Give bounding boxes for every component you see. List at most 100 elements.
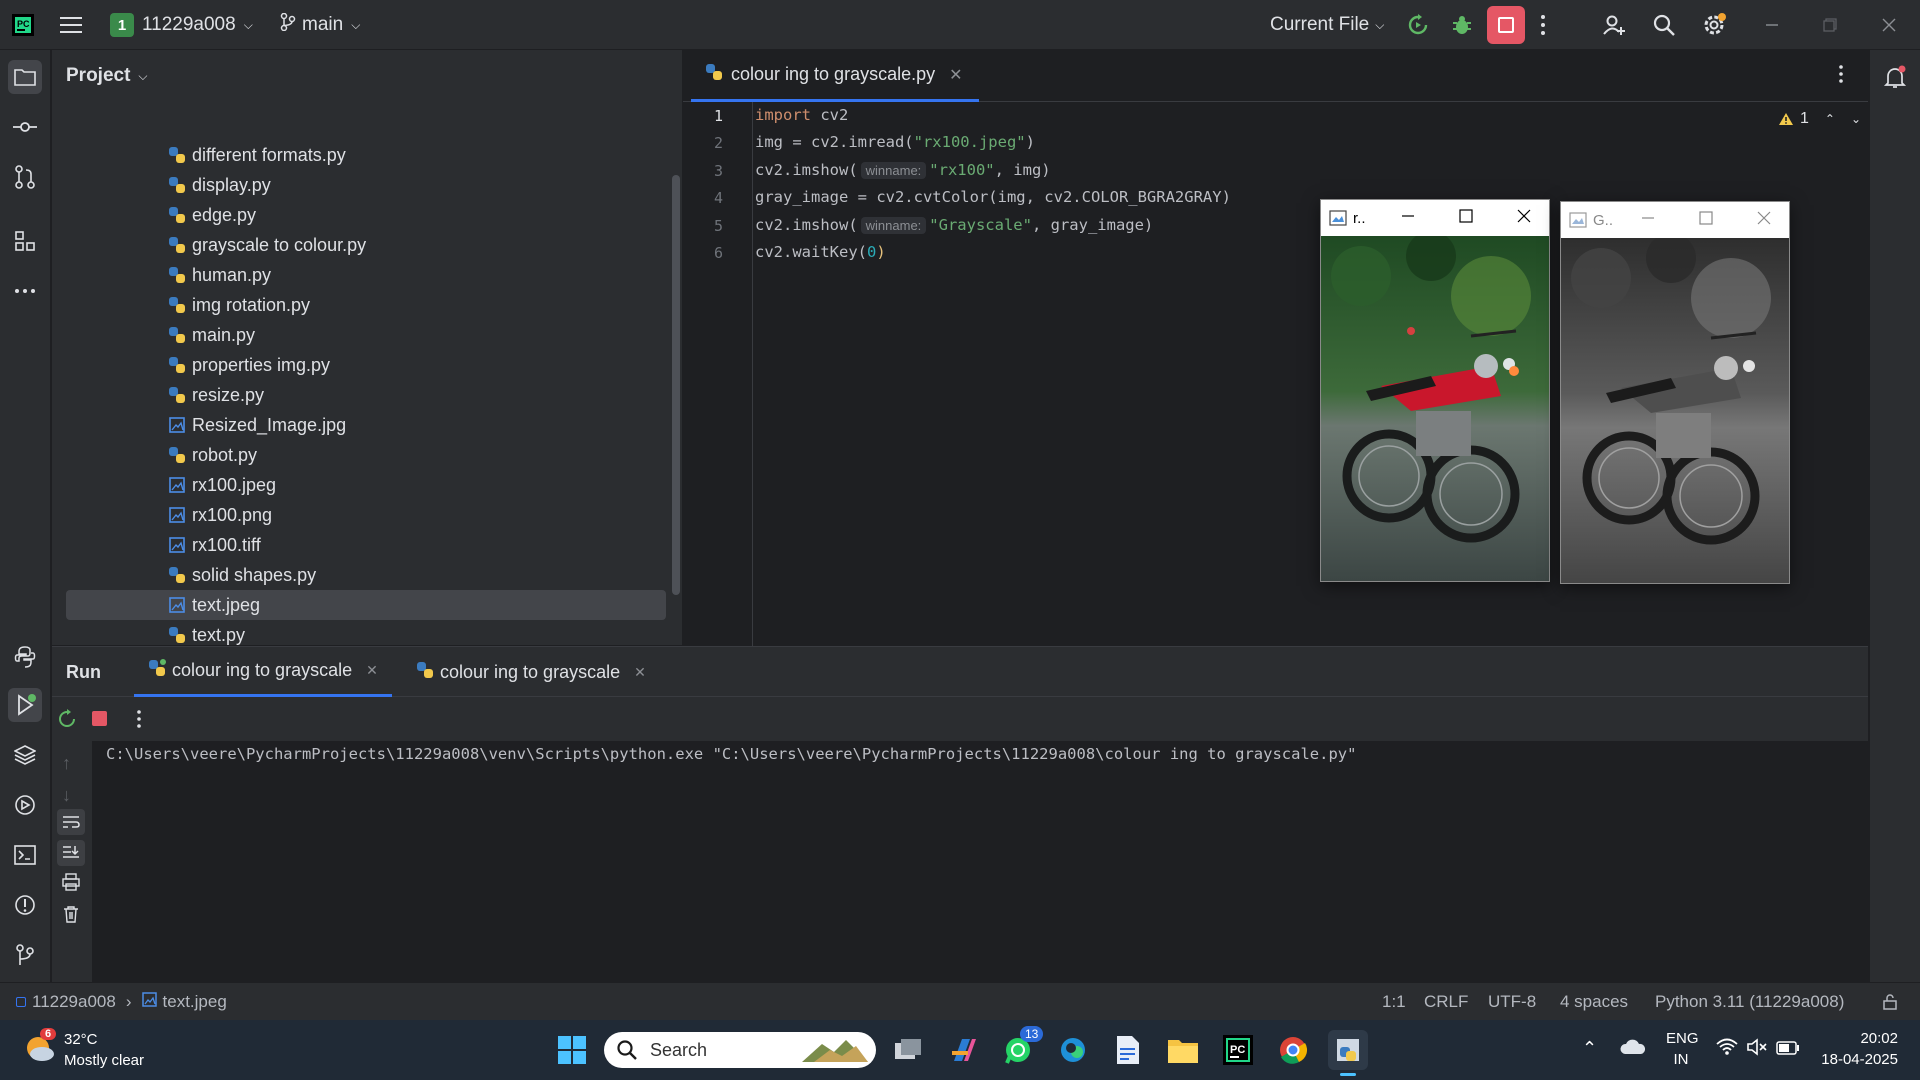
rerun-button[interactable] xyxy=(1406,0,1430,50)
more-tools-button[interactable] xyxy=(8,274,42,308)
tree-item[interactable]: img rotation.py xyxy=(66,290,666,320)
close-icon[interactable] xyxy=(1757,211,1771,229)
weather-widget-icon[interactable]: 6 xyxy=(22,1028,57,1066)
search-everywhere-button[interactable] xyxy=(1652,0,1676,50)
tree-item[interactable]: different formats.py xyxy=(66,140,666,170)
wifi-icon[interactable] xyxy=(1716,1038,1738,1061)
services-tool-button[interactable] xyxy=(8,788,42,822)
tree-item[interactable]: rx100.png xyxy=(66,500,666,530)
tree-item[interactable]: human.py xyxy=(66,260,666,290)
notifications-button[interactable] xyxy=(1878,60,1912,94)
main-menu-button[interactable] xyxy=(60,0,82,50)
project-tool-button[interactable] xyxy=(8,60,42,94)
file-explorer-button[interactable] xyxy=(1163,1030,1203,1070)
branch-switcher[interactable]: main ⌵ xyxy=(280,0,360,50)
opencv-window-titlebar[interactable]: G.. xyxy=(1561,202,1789,238)
volume-muted-icon[interactable] xyxy=(1746,1038,1768,1061)
clock-time[interactable]: 20:02 xyxy=(1818,1030,1898,1047)
weather-description[interactable]: Mostly clear xyxy=(64,1052,144,1069)
python-app-button[interactable] xyxy=(1328,1030,1368,1076)
project-switcher[interactable]: 1 11229a008 ⌵ xyxy=(110,0,253,50)
run-more-button[interactable] xyxy=(136,709,142,734)
code-with-me-button[interactable] xyxy=(1602,0,1626,50)
opencv-window-grayscale[interactable]: G.. xyxy=(1560,201,1790,584)
maximize-icon[interactable] xyxy=(1699,211,1713,229)
task-view-button[interactable] xyxy=(888,1030,928,1070)
file-app-button[interactable] xyxy=(1108,1030,1148,1070)
whatsapp-button[interactable]: 13 xyxy=(998,1026,1044,1070)
restore-window-button[interactable] xyxy=(1823,0,1837,50)
python-console-tool-button[interactable] xyxy=(8,738,42,772)
pycharm-taskbar-button[interactable]: PC xyxy=(1218,1030,1258,1070)
rerun-button[interactable] xyxy=(57,709,77,734)
problems-tool-button[interactable] xyxy=(8,888,42,922)
tree-item[interactable]: resize.py xyxy=(66,380,666,410)
breadcrumb-project[interactable]: 11229a008 xyxy=(32,992,116,1012)
settings-button[interactable] xyxy=(1701,0,1727,50)
opencv-window-titlebar[interactable]: r.. xyxy=(1321,200,1549,236)
scroll-down-icon[interactable]: ↓ xyxy=(62,785,71,806)
python-interpreter[interactable]: Python 3.11 (11229a008) xyxy=(1655,983,1844,1021)
opencv-window-color[interactable]: r.. xyxy=(1320,199,1550,582)
close-tab-icon[interactable]: ✕ xyxy=(634,664,646,681)
tree-item[interactable]: edge.py xyxy=(66,200,666,230)
tree-item[interactable]: display.py xyxy=(66,170,666,200)
indent-setting[interactable]: 4 spaces xyxy=(1560,983,1628,1021)
tree-item[interactable]: Resized_Image.jpg xyxy=(66,410,666,440)
minimize-icon[interactable] xyxy=(1401,209,1415,227)
run-tool-button[interactable] xyxy=(8,688,42,722)
scroll-to-end-button[interactable] xyxy=(57,840,85,866)
editor-tab-active[interactable]: colour ing to grayscale.py ✕ xyxy=(691,50,979,102)
tree-item[interactable]: rx100.tiff xyxy=(66,530,666,560)
stop-button[interactable] xyxy=(92,711,107,726)
breadcrumb-file[interactable]: text.jpeg xyxy=(163,992,227,1012)
edge-button[interactable] xyxy=(1053,1030,1093,1070)
onedrive-icon[interactable] xyxy=(1620,1038,1646,1061)
print-button[interactable] xyxy=(62,873,80,896)
project-panel-header[interactable]: Project ⌵ xyxy=(52,50,682,102)
git-tool-button[interactable] xyxy=(8,938,42,972)
copilot-button[interactable] xyxy=(943,1030,983,1070)
console-output[interactable]: C:\Users\veere\PycharmProjects\11229a008… xyxy=(106,745,1356,763)
file-encoding[interactable]: UTF-8 xyxy=(1488,983,1536,1021)
language-bottom[interactable]: IN xyxy=(1666,1051,1696,1068)
clock-date[interactable]: 18-04-2025 xyxy=(1808,1051,1898,1068)
line-separator[interactable]: CRLF xyxy=(1424,983,1468,1021)
inspection-widget[interactable]: 1 ⌃ ⌄ xyxy=(1778,102,1861,136)
chrome-button[interactable] xyxy=(1273,1030,1313,1070)
chevron-down-icon[interactable]: ⌄ xyxy=(1851,112,1861,126)
debug-button[interactable] xyxy=(1450,0,1474,50)
python-packages-tool-button[interactable] xyxy=(8,640,42,674)
taskbar-search[interactable]: Search xyxy=(604,1032,876,1068)
run-tab-active[interactable]: colour ing to grayscale ✕ xyxy=(134,647,392,697)
close-tab-icon[interactable]: ✕ xyxy=(949,65,962,85)
tree-item[interactable]: rx100.jpeg xyxy=(66,470,666,500)
minimize-icon[interactable] xyxy=(1641,211,1655,229)
terminal-tool-button[interactable] xyxy=(8,838,42,872)
editor-tabs-menu-button[interactable] xyxy=(1838,64,1844,89)
maximize-icon[interactable] xyxy=(1459,209,1473,227)
run-tab[interactable]: colour ing to grayscale ✕ xyxy=(402,647,660,697)
scroll-up-icon[interactable]: ↑ xyxy=(62,753,71,774)
run-config-selector[interactable]: Current File ⌵ xyxy=(1270,0,1384,50)
tree-item[interactable]: properties img.py xyxy=(66,350,666,380)
language-top[interactable]: ENG xyxy=(1666,1030,1699,1047)
stop-button[interactable] xyxy=(1487,0,1525,50)
minimize-window-button[interactable] xyxy=(1765,0,1779,50)
battery-icon[interactable] xyxy=(1776,1040,1800,1060)
tree-item[interactable]: solid shapes.py xyxy=(66,560,666,590)
more-actions-button[interactable] xyxy=(1540,0,1546,50)
soft-wrap-button[interactable] xyxy=(57,809,85,835)
chevron-up-icon[interactable]: ⌃ xyxy=(1825,112,1835,126)
project-scrollbar[interactable] xyxy=(672,175,680,595)
lock-icon[interactable] xyxy=(1882,983,1898,1021)
clear-console-button[interactable] xyxy=(62,905,80,928)
tree-item[interactable]: text.jpeg xyxy=(66,590,666,620)
tree-item[interactable]: robot.py xyxy=(66,440,666,470)
tree-item[interactable]: main.py xyxy=(66,320,666,350)
close-window-button[interactable] xyxy=(1882,0,1896,50)
caret-position[interactable]: 1:1 xyxy=(1382,983,1406,1021)
commit-tool-button[interactable] xyxy=(8,110,42,144)
tree-item[interactable]: grayscale to colour.py xyxy=(66,230,666,260)
weather-temp[interactable]: 32°C xyxy=(64,1031,98,1048)
